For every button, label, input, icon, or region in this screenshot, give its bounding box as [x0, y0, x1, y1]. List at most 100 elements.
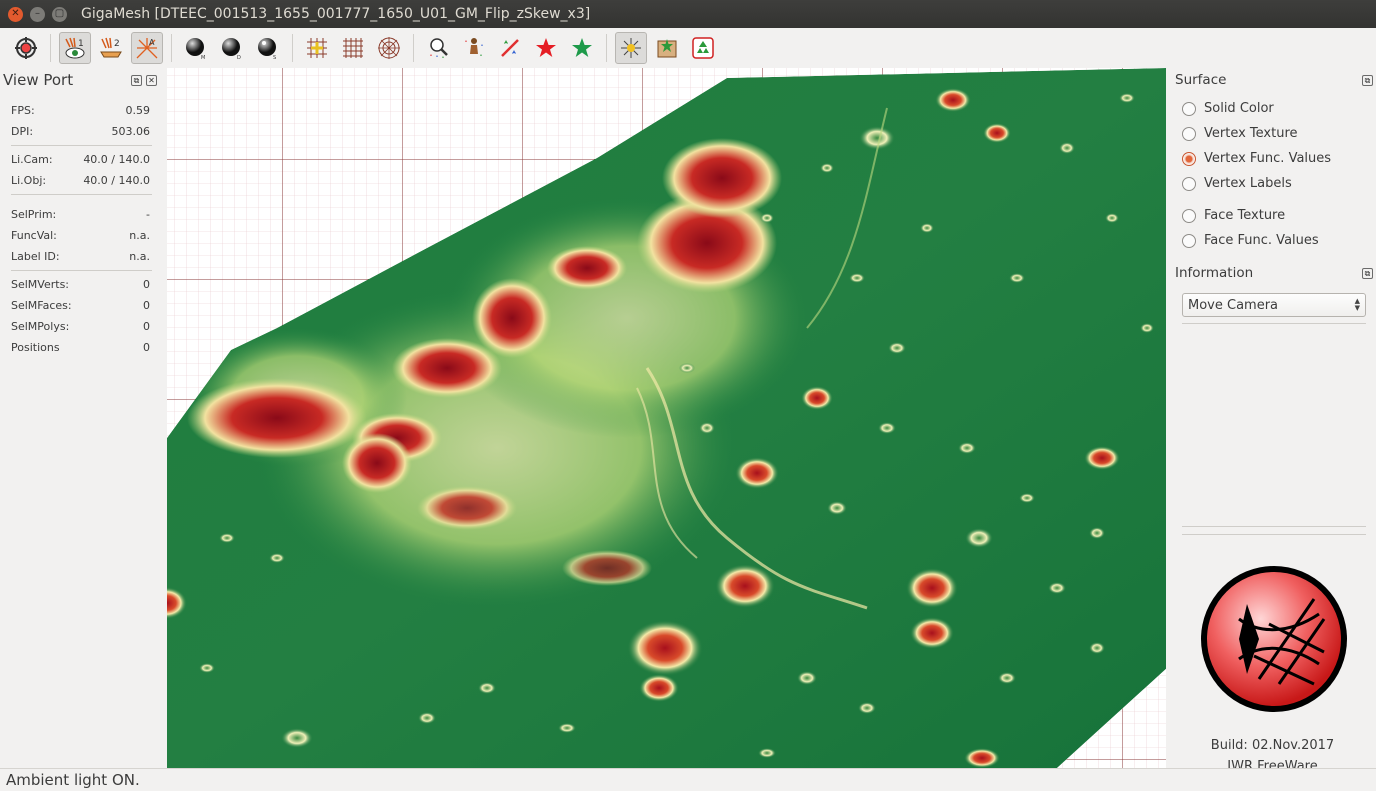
surface-panel-title: Surface: [1175, 72, 1227, 88]
3d-viewport[interactable]: [167, 68, 1166, 768]
green-star-icon: [572, 38, 592, 57]
stat-value: n.a.: [129, 229, 150, 242]
recycle-star-icon: [692, 37, 714, 59]
divider: [11, 270, 152, 271]
stat-selmpolys: SelMPolys: 0: [0, 316, 163, 337]
stars-lens-button[interactable]: [422, 32, 454, 64]
no-stars-icon: [501, 39, 519, 57]
radio-label: Vertex Func. Values: [1204, 151, 1332, 166]
stat-value: 0.59: [125, 104, 151, 117]
green-star-button[interactable]: [566, 32, 598, 64]
float-panel-icon[interactable]: ⧉: [131, 74, 142, 86]
toolbar-separator: [50, 34, 51, 62]
stat-label: FPS:: [11, 104, 35, 117]
radio-label: Face Texture: [1204, 208, 1286, 223]
surface-panel: Surface ⧉ Solid Color Vertex Texture Ver…: [1169, 68, 1376, 774]
maximize-window-button[interactable]: ▢: [52, 6, 67, 22]
svg-text:D: D: [237, 55, 241, 60]
radio-vertex-func-values[interactable]: Vertex Func. Values: [1169, 146, 1376, 171]
radio-label: Vertex Labels: [1204, 176, 1292, 191]
toolbar-separator: [292, 34, 293, 62]
radio-button[interactable]: [1182, 126, 1196, 141]
radio-vertex-labels[interactable]: Vertex Labels: [1169, 171, 1376, 196]
divider: [1182, 526, 1366, 527]
figure-stars-button[interactable]: [458, 32, 490, 64]
float-panel-icon[interactable]: ⧉: [1362, 74, 1373, 86]
viewport-info-panel: View Port ⧉ ✕ FPS: 0.59 DPI: 503.06 Li.Cam…: [0, 68, 163, 768]
stat-value: 0: [143, 320, 150, 333]
viewport-stats: FPS: 0.59 DPI: 503.06 Li.Cam: 40.0 / 140.0 …: [0, 100, 163, 358]
radio-button[interactable]: [1182, 101, 1196, 116]
minimize-window-button[interactable]: –: [30, 6, 45, 22]
red-star-button[interactable]: [530, 32, 562, 64]
radio-label: Solid Color: [1204, 101, 1274, 116]
stat-value: 0: [143, 341, 150, 354]
ambient-light-toggle-button[interactable]: A: [131, 32, 163, 64]
stat-label: SelMVerts:: [11, 278, 70, 291]
polar-grid-icon: [378, 37, 400, 59]
stat-value: n.a.: [129, 250, 150, 263]
status-message: Ambient light ON.: [6, 771, 140, 789]
radio-button-selected[interactable]: [1182, 151, 1196, 166]
toolbar-separator: [606, 34, 607, 62]
radio-solid-color[interactable]: Solid Color: [1169, 96, 1376, 121]
grid-cross-icon: [307, 38, 327, 58]
remove-stars-button[interactable]: [494, 32, 526, 64]
sparkle-icon: [621, 38, 641, 58]
light1-toggle-button[interactable]: 1: [59, 32, 91, 64]
settings-wheel-icon: [15, 37, 37, 59]
close-window-button[interactable]: ✕: [8, 6, 23, 22]
grid-cross-button[interactable]: [301, 32, 333, 64]
stat-value: 40.0 / 140.0: [83, 174, 150, 187]
stat-value: -: [146, 208, 150, 221]
svg-text:A: A: [149, 38, 155, 47]
sphere-d-button[interactable]: D: [216, 32, 248, 64]
stat-label: FuncVal:: [11, 229, 57, 242]
gigamesh-logo: [1201, 566, 1347, 712]
build-date: Build: 02.Nov.2017: [1210, 738, 1335, 753]
sparkle-button[interactable]: [615, 32, 647, 64]
stat-label: SelPrim:: [11, 208, 57, 221]
close-panel-icon[interactable]: ✕: [146, 74, 157, 86]
mesh-render[interactable]: [167, 68, 1166, 768]
toolbar-separator: [171, 34, 172, 62]
viewport-panel-title: View Port: [3, 71, 74, 89]
recycle-star-button[interactable]: [687, 32, 719, 64]
title-bar: ✕ – ▢ GigaMesh [DTEEC_001513_1655_001777…: [0, 0, 1376, 28]
stat-li-obj: Li.Obj: 40.0 / 140.0: [0, 170, 163, 191]
grid-icon: [343, 38, 363, 58]
stat-positions: Positions 0: [0, 337, 163, 358]
radio-label: Vertex Texture: [1204, 126, 1298, 141]
sphere-s-button[interactable]: S: [252, 32, 284, 64]
minimize-icon: –: [35, 8, 40, 19]
stat-value: 40.0 / 140.0: [83, 153, 150, 166]
radio-button[interactable]: [1182, 176, 1196, 191]
svg-text:S: S: [273, 55, 276, 60]
star-box-icon: [657, 39, 677, 58]
stat-fps: FPS: 0.59: [0, 100, 163, 121]
svg-text:M: M: [201, 55, 205, 60]
radio-label: Face Func. Values: [1204, 233, 1319, 248]
red-star-icon: [536, 38, 556, 57]
stat-selmverts: SelMVerts: 0: [0, 274, 163, 295]
radio-face-func-values[interactable]: Face Func. Values: [1169, 228, 1376, 253]
radio-button[interactable]: [1182, 233, 1196, 248]
float-panel-icon[interactable]: ⧉: [1362, 267, 1373, 279]
stat-selmfaces: SelMFaces: 0: [0, 295, 163, 316]
maximize-icon: ▢: [54, 8, 65, 19]
surface-panel-header: Surface ⧉: [1169, 68, 1376, 92]
polar-grid-button[interactable]: [373, 32, 405, 64]
stat-dpi: DPI: 503.06: [0, 121, 163, 142]
stat-selprim: SelPrim: -: [0, 204, 163, 225]
radio-face-texture[interactable]: Face Texture: [1169, 203, 1376, 228]
light2-toggle-button[interactable]: 2: [95, 32, 127, 64]
sphere-m-button[interactable]: M: [180, 32, 212, 64]
close-icon: ✕: [11, 8, 20, 19]
camera-mode-select[interactable]: Move Camera ▲ ▼: [1182, 293, 1366, 317]
star-box-button[interactable]: [651, 32, 683, 64]
settings-wheel-button[interactable]: [10, 32, 42, 64]
grid-button[interactable]: [337, 32, 369, 64]
radio-vertex-texture[interactable]: Vertex Texture: [1169, 121, 1376, 146]
stat-label: Li.Cam:: [11, 153, 53, 166]
radio-button[interactable]: [1182, 208, 1196, 223]
